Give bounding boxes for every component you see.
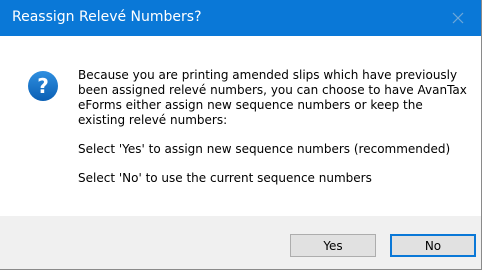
button-bar: Yes No <box>0 216 481 269</box>
yes-button[interactable]: Yes <box>290 234 376 257</box>
reassign-releve-dialog: Reassign Relevé Numbers? ? Because you a… <box>0 0 482 270</box>
message-paragraph-2: Select 'Yes' to assign new sequence numb… <box>78 142 451 156</box>
window-title: Reassign Relevé Numbers? <box>12 9 202 25</box>
message-paragraph-1: Because you are printing amended slips w… <box>78 68 467 127</box>
close-icon[interactable] <box>435 0 481 36</box>
dialog-content: ? Because you are printing amended slips… <box>0 36 481 216</box>
message-paragraph-3: Select 'No' to use the current sequence … <box>78 171 372 185</box>
message-text: Because you are printing amended slips w… <box>78 68 473 200</box>
no-button[interactable]: No <box>390 234 476 257</box>
question-icon: ? <box>27 70 59 102</box>
svg-text:?: ? <box>37 74 49 98</box>
title-bar[interactable]: Reassign Relevé Numbers? <box>0 0 481 36</box>
